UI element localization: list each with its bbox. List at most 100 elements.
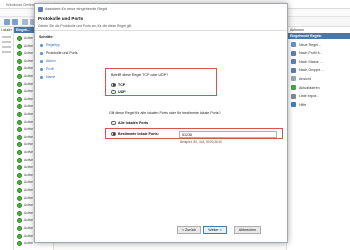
actions-section-header[interactable]: Eingehende Regeln bbox=[287, 33, 350, 39]
action-item[interactable]: Hilfe bbox=[291, 101, 349, 109]
rule-name: Active bbox=[24, 81, 33, 86]
ports-example-hint: Beispiel: 80, 443, 5000-5010 bbox=[180, 140, 222, 144]
tree-item[interactable] bbox=[2, 36, 11, 38]
step-label: Name bbox=[46, 75, 56, 79]
rule-enabled-icon bbox=[17, 43, 22, 49]
firewall-icon bbox=[38, 6, 43, 12]
radio-unselected-icon[interactable] bbox=[111, 89, 116, 94]
rule-name: Active bbox=[24, 226, 33, 230]
rule-enabled-icon bbox=[17, 89, 22, 95]
up-icon[interactable] bbox=[22, 19, 28, 25]
rule-enabled-icon bbox=[17, 74, 22, 79]
rule-name: Active bbox=[24, 157, 33, 162]
tree-item[interactable] bbox=[2, 41, 11, 43]
rule-name: Active bbox=[24, 233, 33, 238]
wizard-content: Betrifft diese Regel TCP oder UDP? TCP U… bbox=[95, 34, 285, 239]
rule-name: Active bbox=[24, 172, 33, 177]
export-icon bbox=[291, 93, 296, 99]
rule-name: Active bbox=[24, 89, 33, 94]
page-subtitle: Geben Sie die Protokolle und Ports an, f… bbox=[38, 23, 133, 28]
filter-icon bbox=[291, 59, 296, 65]
step-label: Profil bbox=[46, 67, 54, 71]
rule-name: Active bbox=[24, 66, 33, 71]
steps-header: Schritte: bbox=[39, 35, 54, 39]
action-item[interactable]: Neue Regel... bbox=[291, 41, 349, 49]
tree-item[interactable] bbox=[2, 46, 11, 48]
rule-name: Active bbox=[24, 188, 33, 192]
cancel-button[interactable]: Abbrechen bbox=[234, 226, 261, 234]
rule-enabled-icon bbox=[17, 157, 22, 163]
rule-enabled-icon bbox=[17, 172, 22, 178]
action-item[interactable]: Nach Gruppe ... bbox=[291, 67, 349, 75]
forward-icon[interactable] bbox=[12, 19, 18, 25]
action-label: Nach Status ... bbox=[299, 59, 323, 64]
rule-enabled-icon bbox=[17, 142, 22, 148]
rule-name: Active bbox=[24, 195, 33, 200]
step-action[interactable]: Aktion bbox=[40, 58, 90, 65]
udp-label: UDP bbox=[118, 89, 126, 94]
step-bullet-icon bbox=[40, 76, 43, 79]
rule-enabled-icon bbox=[17, 210, 22, 216]
rule-name: Active bbox=[24, 210, 33, 215]
radio-unselected-icon[interactable] bbox=[111, 120, 116, 125]
action-item[interactable]: Ansicht bbox=[291, 75, 349, 83]
specific-ports-input[interactable]: 51236 bbox=[179, 130, 277, 138]
dialog-title: Assistent für neue eingehende Regel bbox=[45, 7, 108, 11]
rule-enabled-icon bbox=[17, 165, 22, 171]
step-profile[interactable]: Profil bbox=[40, 66, 90, 73]
rule-enabled-icon bbox=[17, 218, 22, 224]
rule-name: Active bbox=[24, 180, 33, 185]
tcp-label: TCP bbox=[118, 82, 126, 87]
protocol-question: Betrifft diese Regel TCP oder UDP? bbox=[111, 73, 169, 77]
step-name[interactable]: Name bbox=[40, 74, 90, 81]
rule-name: Active bbox=[24, 43, 33, 48]
step-bullet-icon bbox=[40, 68, 43, 71]
action-label: Liste expor... bbox=[299, 94, 320, 99]
rule-enabled-icon bbox=[17, 104, 22, 110]
view-icon bbox=[291, 76, 296, 82]
rule-enabled-icon bbox=[17, 119, 22, 125]
rule-enabled-icon bbox=[17, 233, 22, 239]
step-rule-type[interactable]: Regeltyp bbox=[40, 42, 90, 49]
rule-enabled-icon bbox=[17, 36, 22, 41]
action-item[interactable]: Aktualisieren bbox=[291, 84, 349, 92]
rule-name: Active bbox=[24, 241, 33, 246]
rule-name: Active bbox=[24, 51, 33, 56]
new-inbound-rule-wizard: Assistent für neue eingehende Regel Prot… bbox=[34, 3, 288, 243]
radio-selected-icon[interactable] bbox=[111, 82, 116, 87]
rule-name: Active bbox=[24, 203, 33, 208]
all-ports-label: Alle lokalen Ports bbox=[118, 120, 149, 125]
step-label: Regeltyp bbox=[46, 43, 60, 47]
rule-enabled-icon bbox=[17, 226, 22, 231]
action-label: Aktualisieren bbox=[299, 85, 320, 90]
rule-enabled-icon bbox=[17, 188, 22, 193]
action-label: Ansicht bbox=[299, 76, 311, 81]
action-item[interactable]: Nach Status ... bbox=[291, 58, 349, 66]
tree-item[interactable] bbox=[2, 51, 11, 53]
rule-name: Active bbox=[24, 150, 33, 154]
back-icon[interactable] bbox=[4, 19, 10, 25]
rule-name: Active bbox=[24, 58, 33, 63]
radio-selected-icon[interactable] bbox=[111, 131, 116, 136]
action-item[interactable]: Liste expor... bbox=[291, 93, 349, 101]
rule-enabled-icon bbox=[17, 150, 22, 155]
rule-enabled-icon bbox=[17, 58, 22, 64]
rule-enabled-icon bbox=[17, 134, 22, 140]
next-button[interactable]: Weiter > bbox=[203, 226, 227, 234]
rule-name: Active bbox=[24, 127, 33, 132]
back-button[interactable]: < Zurück bbox=[177, 226, 201, 234]
step-bullet-icon bbox=[40, 52, 43, 55]
refresh-icon bbox=[291, 85, 296, 90]
wizard-steps: Schritte: Regeltyp Protokolle und Ports … bbox=[37, 34, 92, 239]
rule-name: Active bbox=[24, 119, 33, 124]
help-icon bbox=[291, 102, 296, 108]
actions-pane: Aktionen Eingehende Regeln Neue Regel...… bbox=[286, 27, 350, 250]
rule-enabled-icon bbox=[17, 195, 22, 201]
step-label: Aktion bbox=[46, 59, 56, 63]
action-label: Hilfe bbox=[299, 102, 307, 107]
rule-name: Active bbox=[24, 74, 33, 78]
step-protocols-ports[interactable]: Protokolle und Ports bbox=[40, 50, 90, 57]
rule-name: Active bbox=[24, 218, 33, 223]
action-item[interactable]: Nach Profil fi... bbox=[291, 50, 349, 58]
step-bullet-icon bbox=[40, 44, 43, 47]
